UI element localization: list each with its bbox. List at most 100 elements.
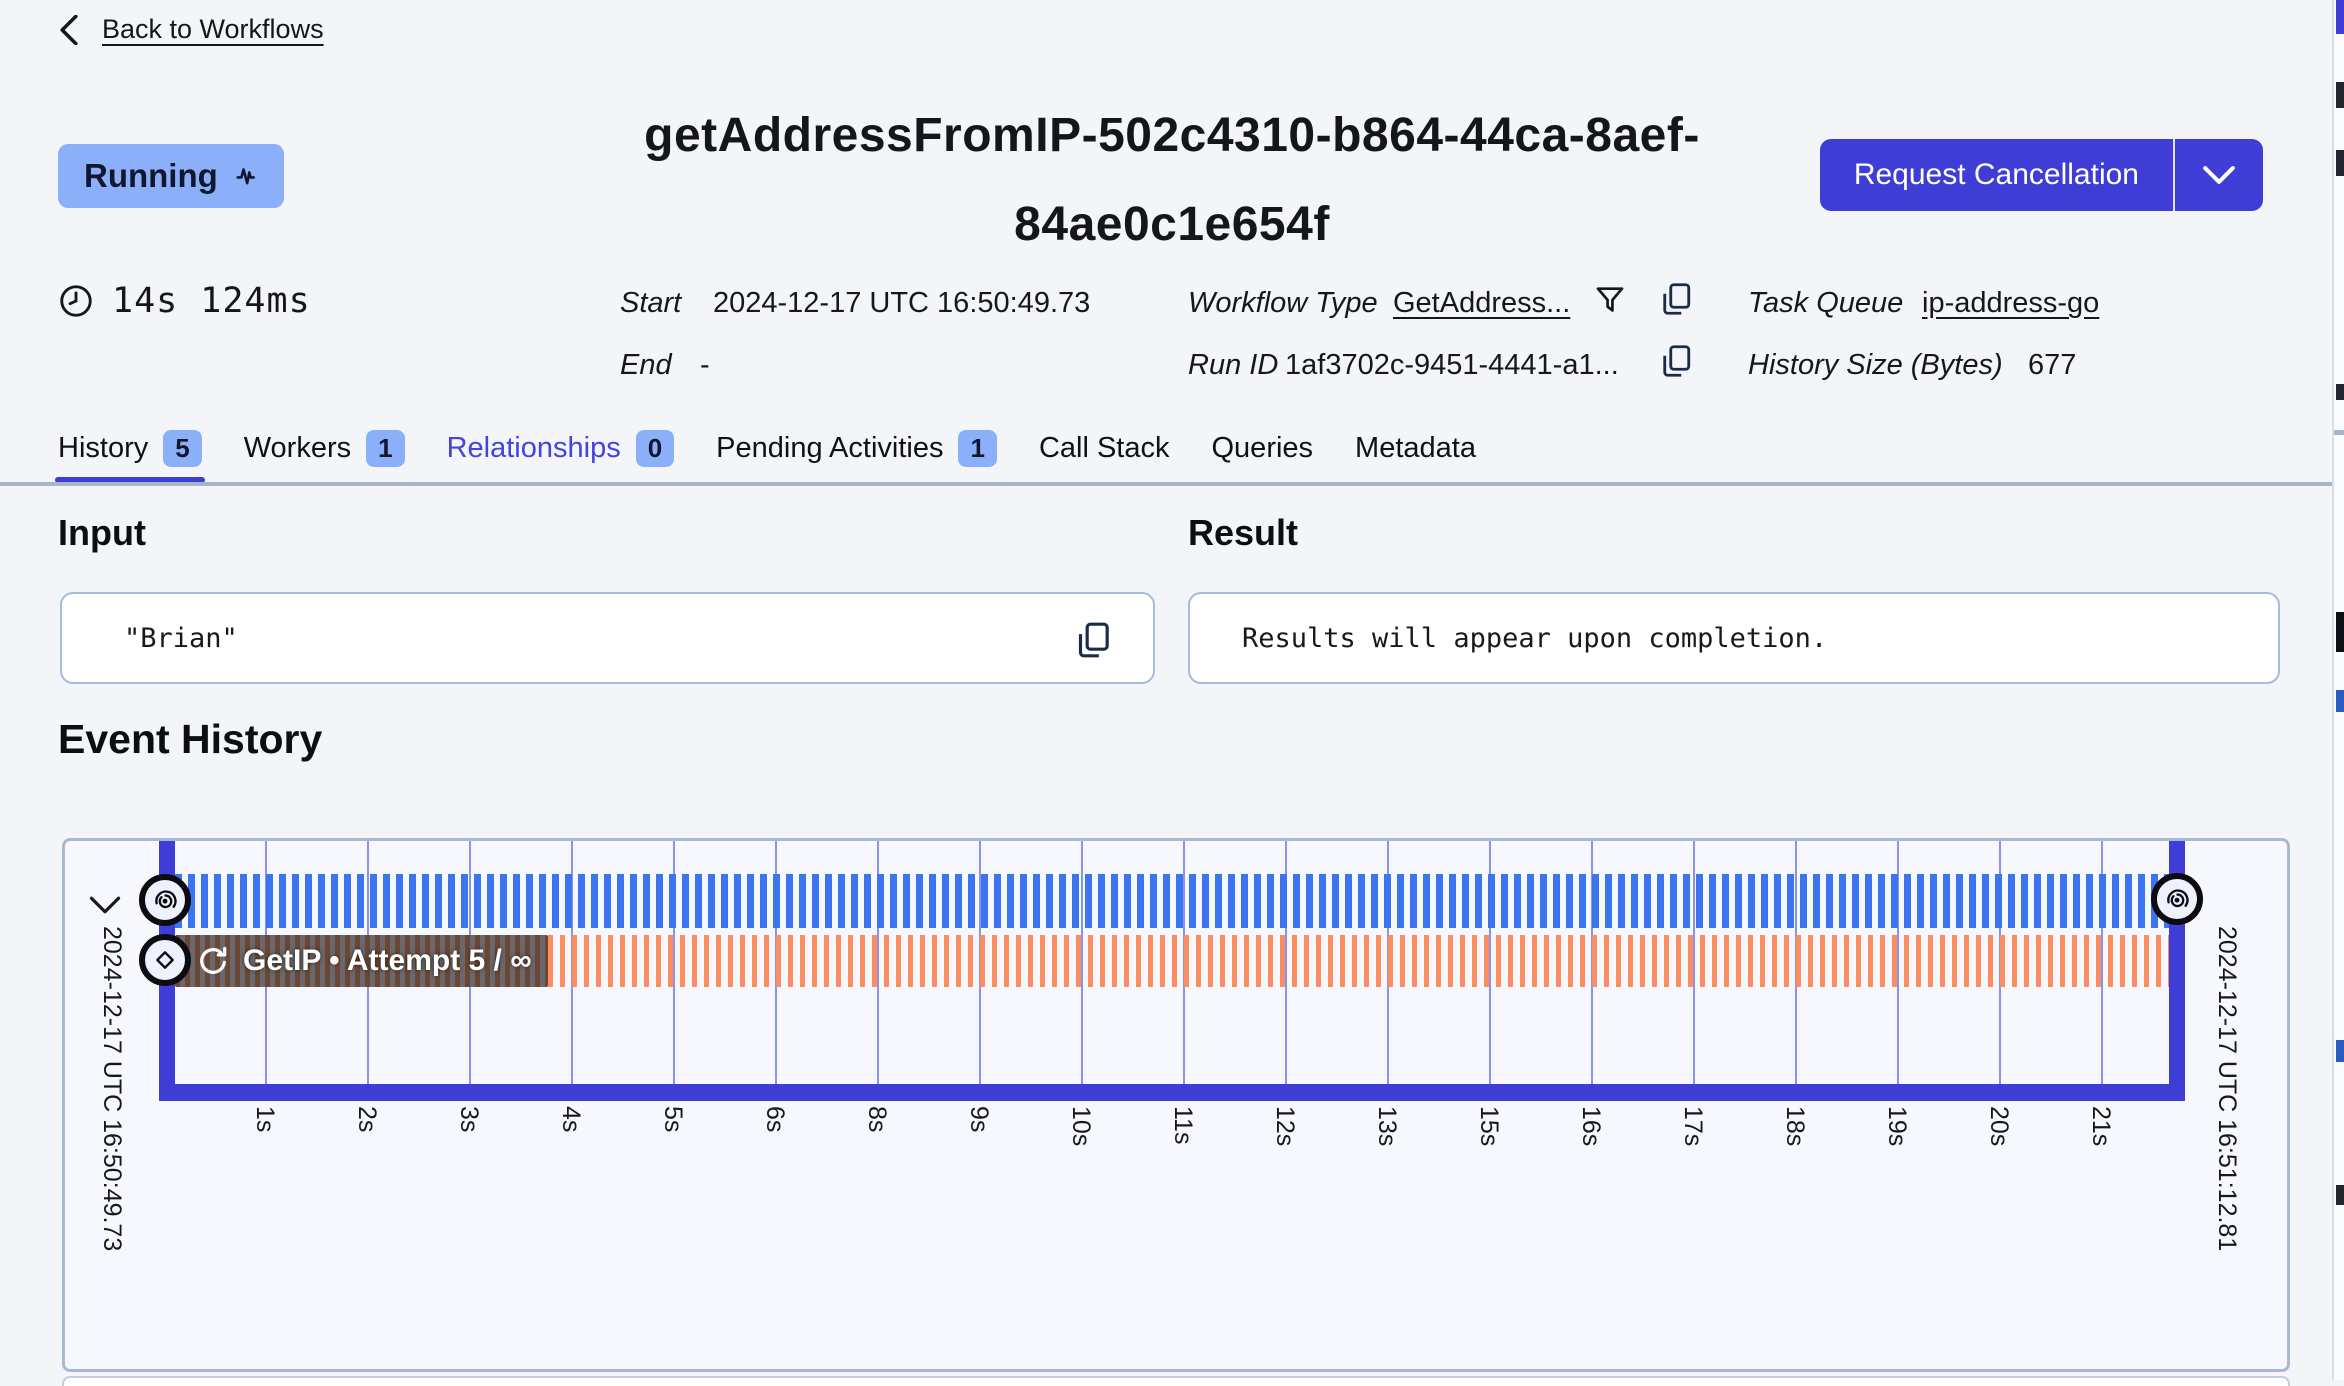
duration-value: 14s 124ms: [112, 281, 311, 321]
cancellation-menu-toggle[interactable]: [2175, 139, 2263, 211]
timeline-axis: [159, 1084, 2185, 1101]
status-label: Running: [84, 157, 218, 194]
workflow-start-node[interactable]: [139, 874, 191, 926]
tab-call-stack[interactable]: Call Stack: [1039, 432, 1170, 465]
history-size-label: History Size (Bytes): [1748, 349, 2003, 381]
tick-label: 1s: [251, 1106, 279, 1133]
result-placeholder: Results will appear upon completion.: [1242, 622, 1828, 654]
window-edge-artifact: [2336, 150, 2344, 176]
clock-icon: [60, 285, 92, 317]
spiral-icon: [155, 890, 177, 909]
spiral-icon: [2167, 889, 2189, 908]
input-value: "Brian": [124, 622, 238, 654]
tick-label: 13s: [1373, 1106, 1401, 1147]
tab-label: Relationships: [446, 432, 621, 465]
timeline-start-timestamp: 2024-12-17 UTC 16:50:49.73: [98, 926, 126, 1252]
copy-input-icon[interactable]: [1073, 620, 1113, 665]
page-title: getAddressFromIP-502c4310-b864-44ca-8aef…: [644, 109, 1700, 251]
window-edge-artifact: [2336, 82, 2344, 108]
execution-duration: 14s 124ms: [58, 281, 311, 321]
tick-label: 11s: [1169, 1106, 1197, 1145]
activity-bar-getip[interactable]: GetIP • Attempt 5 / ∞: [175, 935, 548, 987]
tick-label: 16s: [1577, 1106, 1605, 1147]
window-edge-sliver: [2332, 0, 2344, 1380]
workflow-type-label: Workflow Type: [1188, 287, 1378, 319]
window-edge-artifact: [2336, 384, 2344, 400]
tab-count-badge: 5: [163, 430, 202, 468]
tabs-divider: [0, 482, 2344, 486]
event-history-heading: Event History: [58, 716, 323, 762]
tab-history[interactable]: History 5: [55, 430, 205, 484]
copy-workflow-type-icon[interactable]: [1658, 281, 1694, 322]
result-heading: Result: [1188, 512, 1299, 553]
tab-relationships[interactable]: Relationships 0: [446, 430, 675, 468]
tick-label: 12s: [1271, 1106, 1299, 1147]
workflow-detail-page: Back to Workflows Running getAddressFrom…: [0, 0, 2344, 1386]
tick-label: 6s: [761, 1106, 789, 1133]
back-to-workflows-link[interactable]: Back to Workflows: [58, 14, 324, 45]
chevron-down-icon: [2203, 166, 2235, 184]
tab-queries[interactable]: Queries: [1212, 432, 1314, 465]
window-edge-artifact: [2336, 690, 2344, 712]
tick-label: 5s: [659, 1106, 687, 1133]
window-edge-artifact: [2336, 0, 2344, 34]
event-history-timeline: GetIP • Attempt 5 / ∞ 2024-12-17 UTC 16:…: [62, 838, 2290, 1372]
request-cancellation-label[interactable]: Request Cancellation: [1820, 139, 2173, 211]
activity-pending-track[interactable]: [548, 935, 2169, 987]
input-box: "Brian": [60, 592, 1155, 684]
tick-label: 8s: [863, 1106, 891, 1133]
workflow-current-node[interactable]: [2151, 873, 2203, 925]
retry-icon: [200, 946, 227, 974]
end-value: -: [700, 349, 710, 381]
input-heading: Input: [58, 512, 146, 553]
tick-label: 3s: [455, 1106, 483, 1133]
window-edge-artifact: [2336, 612, 2344, 652]
tab-count-badge: 1: [366, 430, 405, 468]
workflow-execution-track[interactable]: [175, 874, 2169, 928]
window-edge-artifact: [2336, 1040, 2344, 1062]
tab-count-badge: 1: [958, 430, 997, 468]
workflow-type-link[interactable]: GetAddress...: [1393, 287, 1570, 320]
result-box: Results will appear upon completion.: [1188, 592, 2280, 684]
activity-start-node[interactable]: [139, 934, 191, 986]
run-id-value: 1af3702c-9451-4441-a1...: [1285, 349, 1619, 381]
copy-run-id-icon[interactable]: [1658, 343, 1694, 384]
start-value: 2024-12-17 UTC 16:50:49.73: [713, 287, 1091, 319]
tick-label: 2s: [353, 1106, 381, 1133]
run-id-label: Run ID: [1188, 349, 1279, 381]
tick-label: 20s: [1985, 1106, 2013, 1147]
tick-label: 15s: [1475, 1106, 1503, 1147]
diamond-icon: [156, 951, 174, 969]
timeline-end-timestamp: 2024-12-17 UTC 16:51:12.81: [2213, 926, 2241, 1252]
tab-label: Queries: [1211, 432, 1314, 465]
task-queue-link[interactable]: ip-address-go: [1922, 287, 2099, 320]
tick-label: 18s: [1781, 1106, 1809, 1147]
start-label: Start: [620, 287, 682, 319]
heartbeat-icon: [236, 168, 255, 185]
filter-icon[interactable]: [1593, 283, 1627, 322]
tab-label: History: [58, 432, 149, 465]
tab-label: Pending Activities: [716, 432, 944, 465]
tab-label: Call Stack: [1038, 432, 1170, 465]
tab-bar: History 5 Workers 1 Relationships 0 Pending Ac…: [55, 430, 1476, 484]
tab-workers[interactable]: Workers 1: [243, 430, 405, 468]
tick-label: 19s: [1883, 1106, 1911, 1147]
history-size-value: 677: [2028, 349, 2077, 381]
collapse-row-chevron[interactable]: [89, 895, 121, 920]
tab-pending-activities[interactable]: Pending Activities 1: [716, 430, 997, 468]
task-queue-label: Task Queue: [1748, 287, 1904, 319]
tab-metadata[interactable]: Metadata: [1355, 432, 1476, 465]
window-edge-artifact: [2336, 1185, 2344, 1205]
tick-label: 9s: [965, 1106, 993, 1133]
tick-label: 4s: [557, 1106, 585, 1133]
status-badge[interactable]: Running: [58, 144, 284, 208]
chevron-down-icon: [89, 896, 121, 914]
chevron-left-icon: [60, 14, 78, 45]
window-edge-artifact: [2334, 430, 2344, 435]
request-cancellation-button[interactable]: Request Cancellation: [1819, 139, 2263, 211]
tab-count-badge: 0: [635, 430, 675, 468]
tick-label: 21s: [2087, 1106, 2115, 1147]
tick-label: 10s: [1067, 1106, 1095, 1147]
tab-label: Workers: [243, 432, 352, 465]
tab-label: Metadata: [1355, 432, 1476, 465]
